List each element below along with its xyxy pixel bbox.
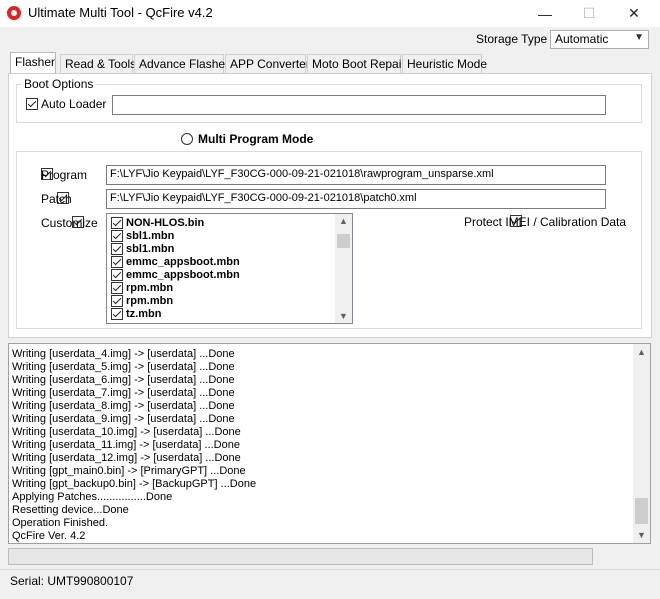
list-item[interactable]: NON-HLOS.bin — [111, 216, 204, 229]
maximize-button[interactable]: ☐ — [566, 0, 612, 27]
partition-checkbox[interactable] — [111, 242, 123, 255]
title-bar: Ultimate Multi Tool - QcFire v4.2 — ☐ ✕ — [0, 0, 660, 27]
log-line: Writing [gpt_main0.bin] -> [PrimaryGPT] … — [12, 465, 246, 477]
partition-checkbox[interactable] — [111, 307, 123, 320]
chevron-down-icon: ▼ — [634, 32, 644, 43]
partition-checkbox[interactable] — [111, 294, 123, 307]
log-line: Writing [userdata_10.img] -> [userdata] … — [12, 426, 241, 438]
partition-list[interactable]: NON-HLOS.bin sbl1.mbn sbl1.mbn emmc_apps… — [106, 213, 353, 324]
qualcomm-logo-icon — [7, 6, 21, 20]
log-line: Writing [userdata_6.img] -> [userdata] .… — [12, 374, 235, 386]
partition-checkbox[interactable] — [111, 281, 123, 294]
log-line: Writing [userdata_11.img] -> [userdata] … — [12, 439, 240, 451]
patch-path-field[interactable]: F:\LYF\Jio Keypaid\LYF_F30CG-000-09-21-0… — [106, 189, 606, 209]
log-line: Resetting device...Done — [12, 504, 129, 516]
log-line: QcFire Ver. 4.2 — [12, 530, 86, 542]
partition-name: rpm.mbn — [126, 281, 174, 294]
log-line: Operation Finished. — [12, 517, 108, 529]
log-line: Writing [userdata_5.img] -> [userdata] .… — [12, 361, 235, 373]
auto-loader-checkbox[interactable] — [26, 98, 38, 110]
log-line: Writing [userdata_4.img] -> [userdata] .… — [12, 348, 235, 360]
partition-checkbox[interactable] — [111, 229, 123, 242]
chevron-down-icon[interactable]: ▼ — [633, 530, 650, 540]
list-item[interactable]: rpm.mbn — [111, 294, 173, 307]
close-button[interactable]: ✕ — [611, 0, 657, 27]
storage-type-select[interactable]: Automatic ▼ — [550, 30, 649, 49]
log-line: Writing [gpt_backup0.bin] -> [BackupGPT]… — [12, 478, 257, 490]
list-item[interactable]: sbl1.mbn — [111, 242, 174, 255]
protect-imei-label: Protect IMEI / Calibration Data — [464, 215, 627, 229]
auto-loader-label: Auto Loader — [41, 97, 107, 111]
chevron-up-icon[interactable]: ▲ — [633, 347, 650, 357]
customize-label: Customize — [41, 216, 98, 230]
partition-name: rpm.mbn — [126, 294, 174, 307]
serial-number: Serial: UMT990800107 — [10, 574, 134, 588]
log-output[interactable]: Writing [userdata_4.img] -> [userdata] .… — [8, 343, 651, 544]
tab-flasher[interactable]: Flasher — [10, 52, 56, 73]
program-path-field[interactable]: F:\LYF\Jio Keypaid\LYF_F30CG-000-09-21-0… — [106, 165, 606, 185]
log-line: Writing [userdata_7.img] -> [userdata] .… — [12, 387, 235, 399]
partition-checkbox[interactable] — [111, 268, 123, 281]
loader-path-field[interactable] — [112, 95, 606, 115]
progress-bar — [8, 548, 593, 565]
list-item[interactable]: emmc_appsboot.mbn — [111, 255, 240, 268]
list-item[interactable]: tz.mbn — [111, 307, 161, 320]
log-line: Writing [userdata_8.img] -> [userdata] .… — [12, 400, 235, 412]
tab-moto-boot-repair[interactable]: Moto Boot Repair — [307, 54, 405, 73]
chevron-down-icon[interactable]: ▼ — [335, 311, 352, 321]
partition-name: emmc_appsboot.mbn — [126, 255, 240, 268]
tab-read-tools[interactable]: Read & Tools — [60, 54, 136, 73]
multi-program-mode-radio[interactable] — [181, 133, 193, 145]
storage-type-value: Automatic — [555, 32, 609, 46]
list-item[interactable]: emmc_appsboot.mbn — [111, 268, 240, 281]
scroll-thumb[interactable] — [337, 234, 350, 248]
window-title: Ultimate Multi Tool - QcFire v4.2 — [28, 5, 213, 20]
list-item[interactable]: sbl1.mbn — [111, 229, 174, 242]
partition-list-scrollbar[interactable]: ▲ ▼ — [335, 214, 352, 323]
tab-heuristic-mode[interactable]: Heuristic Mode — [402, 54, 487, 73]
partition-name: sbl1.mbn — [126, 229, 175, 242]
partition-name: emmc_appsboot.mbn — [126, 268, 240, 281]
log-scrollbar[interactable]: ▲ ▼ — [633, 344, 650, 543]
tab-app-converter[interactable]: APP Converter — [225, 54, 310, 73]
tab-advance-flasher[interactable]: Advance Flasher — [134, 54, 229, 73]
log-line: Writing [userdata_12.img] -> [userdata] … — [12, 452, 241, 464]
storage-type-label: Storage Type — [476, 32, 548, 46]
partition-name: sbl1.mbn — [126, 242, 175, 255]
status-bar: Serial: UMT990800107 — [0, 569, 660, 593]
partition-checkbox[interactable] — [111, 255, 123, 268]
partition-name: NON-HLOS.bin — [126, 216, 205, 229]
multi-program-mode-label: Multi Program Mode — [198, 132, 314, 146]
scroll-thumb[interactable] — [635, 498, 648, 524]
partition-name: tz.mbn — [126, 307, 162, 320]
chevron-up-icon[interactable]: ▲ — [335, 216, 352, 226]
log-line: Applying Patches................Done — [12, 491, 173, 503]
minimize-button[interactable]: — — [522, 0, 568, 27]
partition-checkbox[interactable] — [111, 216, 123, 229]
list-item[interactable]: rpm.mbn — [111, 281, 173, 294]
program-label: Program — [41, 168, 88, 182]
boot-options-label: Boot Options — [21, 77, 97, 91]
log-line: Writing [userdata_9.img] -> [userdata] .… — [12, 413, 235, 425]
patch-label: Patch — [41, 192, 72, 206]
